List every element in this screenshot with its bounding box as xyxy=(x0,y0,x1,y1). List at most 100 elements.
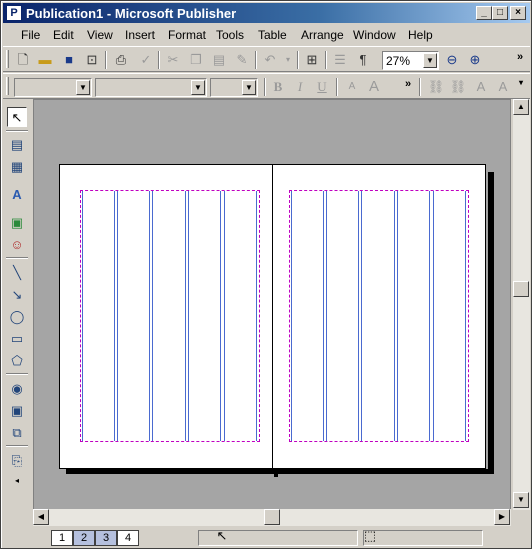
menu-window[interactable]: Window xyxy=(353,28,396,42)
menu-table[interactable]: Table xyxy=(258,28,287,42)
pointer-tool-icon[interactable]: ↖ xyxy=(7,107,27,127)
special-characters-icon[interactable]: ¶ xyxy=(354,51,372,69)
toolbar-separator xyxy=(6,130,28,132)
pointer-position-icon: ↖ xyxy=(216,528,228,543)
column-guide xyxy=(224,191,257,441)
picture-tool-icon[interactable]: ▣ xyxy=(7,213,27,233)
toolbar-separator xyxy=(325,51,327,69)
toolbar-separator xyxy=(158,51,160,69)
toolbar-options-icon[interactable]: » xyxy=(405,78,411,90)
arrow-tool-icon[interactable]: ↘ xyxy=(7,285,27,305)
page-shadow xyxy=(66,469,494,474)
objects-toolbar: ↖ ▤ ▦ A ▣ ☺ ╲ ↘ ◯ ▭ ⬠ ◉ ▣ ⧉ ⎘ ◂ xyxy=(3,99,31,519)
page-navigator-4[interactable]: 4 xyxy=(117,530,139,546)
font-select[interactable]: ▼ xyxy=(95,78,207,97)
clip-art-tool-icon[interactable]: ☺ xyxy=(7,235,27,255)
toolbar-options-icon[interactable]: » xyxy=(517,51,523,63)
zoom-value: 27% xyxy=(386,54,411,68)
italic-button[interactable]: I xyxy=(291,78,309,96)
open-icon[interactable]: ▬ xyxy=(36,51,54,69)
close-button[interactable]: × xyxy=(510,6,526,20)
save-icon[interactable]: ■ xyxy=(60,51,78,69)
text-box-tool-icon[interactable]: ▤ xyxy=(7,135,27,155)
scroll-up-button[interactable]: ▲ xyxy=(513,99,529,115)
bold-button[interactable]: B xyxy=(269,78,287,96)
copy-icon[interactable]: ❐ xyxy=(187,51,205,69)
style-select[interactable]: ▼ xyxy=(14,78,92,97)
formatting-toolbar: ▼ ▼ ▼ B I U A A » ⛓ ⛓ A A ▾ xyxy=(3,73,530,99)
line-tool-icon[interactable]: ╲ xyxy=(7,263,27,283)
vertical-scroll-thumb[interactable] xyxy=(513,281,529,297)
oval-tool-icon[interactable]: ◯ xyxy=(7,307,27,327)
page-right[interactable] xyxy=(272,164,486,469)
text-frame-next-icon[interactable]: A xyxy=(494,78,512,96)
wordart-tool-icon[interactable]: A xyxy=(7,185,27,205)
underline-button[interactable]: U xyxy=(313,78,331,96)
chevron-down-icon[interactable]: ▼ xyxy=(191,80,205,95)
column-guide xyxy=(397,191,430,441)
chevron-down-icon[interactable]: ▼ xyxy=(76,80,90,95)
print-icon[interactable]: ⎙ xyxy=(112,51,130,69)
hot-spot-tool-icon[interactable]: ◉ xyxy=(7,379,27,399)
publication-workspace[interactable] xyxy=(33,99,511,510)
new-icon[interactable]: 🗋 xyxy=(14,51,32,69)
horizontal-scrollbar[interactable]: ◀ ▶ xyxy=(33,509,511,526)
page-shadow xyxy=(488,172,494,474)
object-size-icon: ⬚ xyxy=(363,528,377,543)
menu-help[interactable]: Help xyxy=(408,28,433,42)
font-size-select[interactable]: ▼ xyxy=(210,78,258,97)
scroll-left-button[interactable]: ◀ xyxy=(33,509,49,525)
format-painter-icon[interactable]: ✎ xyxy=(233,51,251,69)
menu-arrange[interactable]: Arrange xyxy=(301,28,344,42)
paste-icon[interactable]: ▤ xyxy=(210,51,228,69)
spelling-icon[interactable]: ✓ xyxy=(137,51,155,69)
chevron-down-icon[interactable]: ◂ xyxy=(7,471,27,491)
chevron-down-icon[interactable]: ▼ xyxy=(242,80,256,95)
toolbar-options-icon[interactable]: ▾ xyxy=(519,78,523,87)
scroll-down-button[interactable]: ▼ xyxy=(513,492,529,508)
cut-icon[interactable]: ✂ xyxy=(164,51,182,69)
maximize-button[interactable]: □ xyxy=(492,6,508,20)
menu-tools[interactable]: Tools xyxy=(216,28,244,42)
break-link-icon[interactable]: ⛓ xyxy=(449,78,467,96)
columns-icon[interactable]: ☰ xyxy=(331,51,349,69)
text-frame-icon[interactable]: A xyxy=(472,78,490,96)
column-guide xyxy=(361,191,395,441)
decrease-font-icon[interactable]: A xyxy=(343,78,361,96)
page-navigator-2[interactable]: 2 xyxy=(73,530,95,546)
page-left[interactable] xyxy=(59,164,273,469)
publisher-app-icon[interactable]: P xyxy=(6,5,22,21)
column-guide xyxy=(291,191,324,441)
scroll-right-button[interactable]: ▶ xyxy=(494,509,510,525)
chevron-down-icon[interactable]: ▼ xyxy=(423,53,437,68)
menu-format[interactable]: Format xyxy=(168,28,206,42)
column-guide xyxy=(117,191,150,441)
insert-object-icon[interactable]: ⊞ xyxy=(303,51,321,69)
zoom-in-icon[interactable]: ⊕ xyxy=(466,51,484,69)
rectangle-tool-icon[interactable]: ▭ xyxy=(7,329,27,349)
zoom-out-icon[interactable]: ⊖ xyxy=(443,51,461,69)
undo-dropdown-icon[interactable]: ▾ xyxy=(279,51,297,69)
page-navigator-1[interactable]: 1 xyxy=(51,530,73,546)
undo-icon[interactable]: ↶ xyxy=(261,51,279,69)
vertical-scrollbar[interactable]: ▲ ▼ xyxy=(513,99,530,510)
toolbar-grip[interactable] xyxy=(6,77,9,95)
zoom-select[interactable]: 27% ▼ xyxy=(382,51,439,70)
menu-edit[interactable]: Edit xyxy=(53,28,74,42)
print-preview-icon[interactable]: ⊡ xyxy=(83,51,101,69)
menu-insert[interactable]: Insert xyxy=(125,28,155,42)
table-tool-icon[interactable]: ▦ xyxy=(7,157,27,177)
horizontal-scroll-thumb[interactable] xyxy=(264,509,280,525)
html-fragment-tool-icon[interactable]: ⧉ xyxy=(7,423,27,443)
form-control-tool-icon[interactable]: ▣ xyxy=(7,401,27,421)
page-navigator-3[interactable]: 3 xyxy=(95,530,117,546)
menu-file[interactable]: File xyxy=(21,28,40,42)
minimize-button[interactable]: _ xyxy=(476,6,492,20)
create-link-icon[interactable]: ⛓ xyxy=(427,78,445,96)
title-bar[interactable]: P Publication1 - Microsoft Publisher _ □… xyxy=(3,3,530,23)
menu-view[interactable]: View xyxy=(87,28,113,42)
design-gallery-tool-icon[interactable]: ⎘ xyxy=(7,451,27,471)
autoshapes-tool-icon[interactable]: ⬠ xyxy=(7,351,27,371)
toolbar-grip[interactable] xyxy=(6,50,9,68)
increase-font-icon[interactable]: A xyxy=(365,78,383,96)
